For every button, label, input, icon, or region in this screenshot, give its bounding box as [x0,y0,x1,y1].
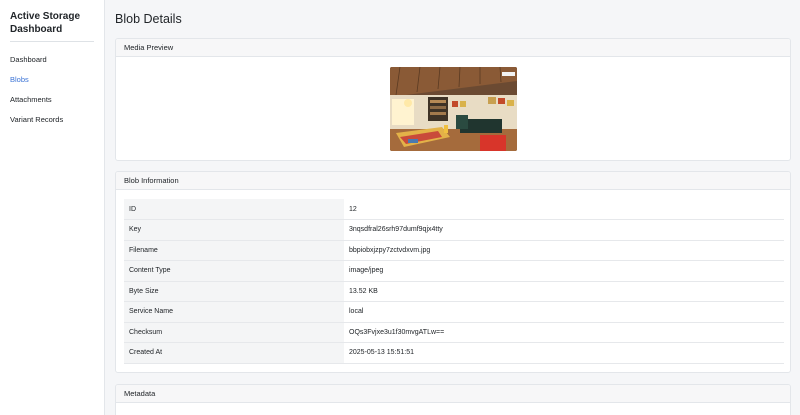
row-value-id: 12 [344,199,784,220]
blob-information-card: Blob Information ID 12 Key 3nqsdfral26sr… [115,171,791,373]
metadata-card: Metadata [115,384,791,415]
table-row: Filename bbpiobxjzpy7zctvdxvm.jpg [124,240,784,261]
media-preview-card: Media Preview [115,38,791,161]
row-value-key: 3nqsdfral26srh97dumf9qjx4tty [344,219,784,241]
row-value-checksum: OQs3Fvjxe3u1f30mvgATLw== [344,322,784,343]
page-title: Blob Details [115,12,182,26]
row-key-key: Key [124,219,344,241]
blob-preview-image[interactable] [390,67,517,151]
sidebar-item-attachments[interactable]: Attachments [10,90,94,110]
row-key-id: ID [124,199,344,220]
brand-title[interactable]: Active Storage Dashboard [10,10,94,42]
row-value-content-type: image/jpeg [344,260,784,282]
table-row: Service Name local [124,301,784,323]
row-key-byte-size: Byte Size [124,281,344,302]
row-value-byte-size: 13.52 KB [344,281,784,302]
row-key-service-name: Service Name [124,301,344,323]
row-key-checksum: Checksum [124,322,344,343]
table-row: Created At 2025-05-13 15:51:51 [124,342,784,364]
sidebar-nav: Dashboard Blobs Attachments Variant Reco… [10,50,94,130]
media-preview-body [116,57,790,160]
table-row: Byte Size 13.52 KB [124,281,784,302]
row-key-content-type: Content Type [124,260,344,282]
sidebar-item-variant-records[interactable]: Variant Records [10,110,94,130]
sidebar-item-dashboard[interactable]: Dashboard [10,50,94,70]
sidebar-item-blobs[interactable]: Blobs [10,70,94,90]
row-value-created-at: 2025-05-13 15:51:51 [344,342,784,364]
row-key-created-at: Created At [124,342,344,364]
table-row: Key 3nqsdfral26srh97dumf9qjx4tty [124,219,784,241]
row-value-service-name: local [344,301,784,323]
media-preview-header: Media Preview [116,39,790,57]
main-content: Blob Details Media Preview Blob Informat… [115,0,791,415]
row-key-filename: Filename [124,240,344,261]
table-row: Checksum OQs3Fvjxe3u1f30mvgATLw== [124,322,784,343]
metadata-header: Metadata [116,385,790,403]
table-row: ID 12 [124,199,784,220]
blob-information-table: ID 12 Key 3nqsdfral26srh97dumf9qjx4tty F… [124,199,784,364]
sidebar: Active Storage Dashboard Dashboard Blobs… [0,0,105,415]
table-row: Content Type image/jpeg [124,260,784,282]
row-value-filename: bbpiobxjzpy7zctvdxvm.jpg [344,240,784,261]
blob-information-header: Blob Information [116,172,790,190]
